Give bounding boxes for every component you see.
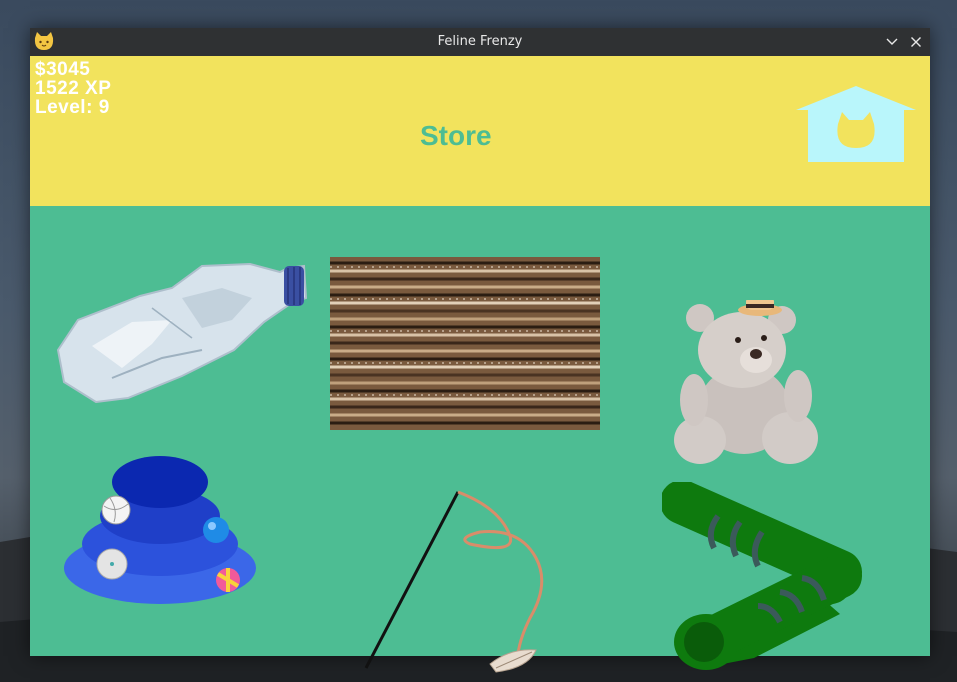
store-item-play-tunnel[interactable] [662, 482, 862, 674]
feather-wand-icon [364, 490, 544, 673]
cardboard-scratcher-icon [330, 257, 600, 430]
store-item-cardboard-scratcher[interactable] [330, 257, 600, 430]
store-item-teddy-bear[interactable] [664, 300, 824, 470]
play-tunnel-icon [662, 482, 862, 670]
money-display: $3045 [35, 59, 91, 80]
cat-house-icon[interactable] [794, 84, 918, 164]
close-icon[interactable] [908, 34, 924, 50]
store-item-plastic-bottle[interactable] [52, 258, 308, 403]
level-display: Level: 9 [35, 97, 110, 118]
game-window: Feline Frenzy $3045 1522 XP Level: 9 Sto… [30, 28, 930, 673]
player-stats: $3045 1522 XP Level: 9 [35, 60, 111, 117]
game-header: $3045 1522 XP Level: 9 Store [30, 56, 930, 206]
minimize-icon[interactable] [884, 34, 900, 50]
plastic-bottle-icon [56, 262, 308, 403]
window-titlebar[interactable]: Feline Frenzy [30, 28, 930, 56]
teddy-bear-icon [674, 300, 818, 464]
store-grid [30, 206, 930, 673]
ball-tower-icon [64, 456, 256, 604]
xp-display: 1522 XP [35, 78, 112, 99]
page-title: Store [420, 120, 492, 151]
window-title: Feline Frenzy [437, 34, 523, 49]
store-item-ball-tower[interactable] [62, 454, 258, 606]
store-item-feather-wand[interactable] [360, 488, 560, 678]
